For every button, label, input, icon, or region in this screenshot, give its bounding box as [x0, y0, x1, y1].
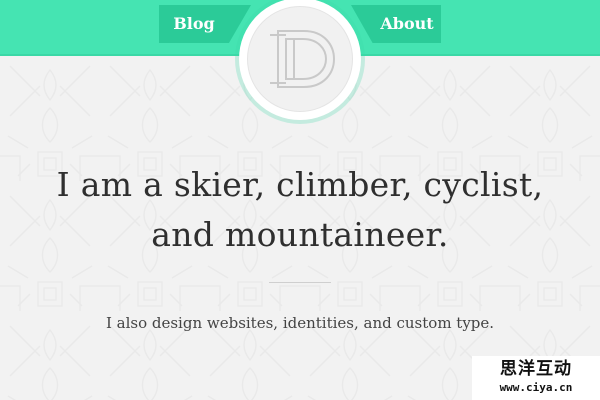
nav-link-blog[interactable]: Blog [159, 5, 251, 43]
monogram-d-icon [270, 30, 336, 88]
headline-line-2: and mountaineer. [151, 215, 449, 254]
hero-headline: I am a skier, climber, cyclist, and moun… [0, 160, 600, 260]
headline-line-1: I am a skier, climber, cyclist, [56, 165, 544, 204]
logo-badge[interactable] [239, 0, 361, 120]
logo-circle [247, 6, 353, 112]
divider [269, 282, 331, 283]
watermark-chinese-text: 思洋互动 [500, 359, 572, 379]
watermark-url: www.ciya.cn [499, 381, 573, 394]
nav-link-about[interactable]: About [351, 5, 441, 43]
watermark: 思洋互动 www.ciya.cn [472, 356, 600, 400]
hero-subline: I also design websites, identities, and … [105, 314, 495, 332]
